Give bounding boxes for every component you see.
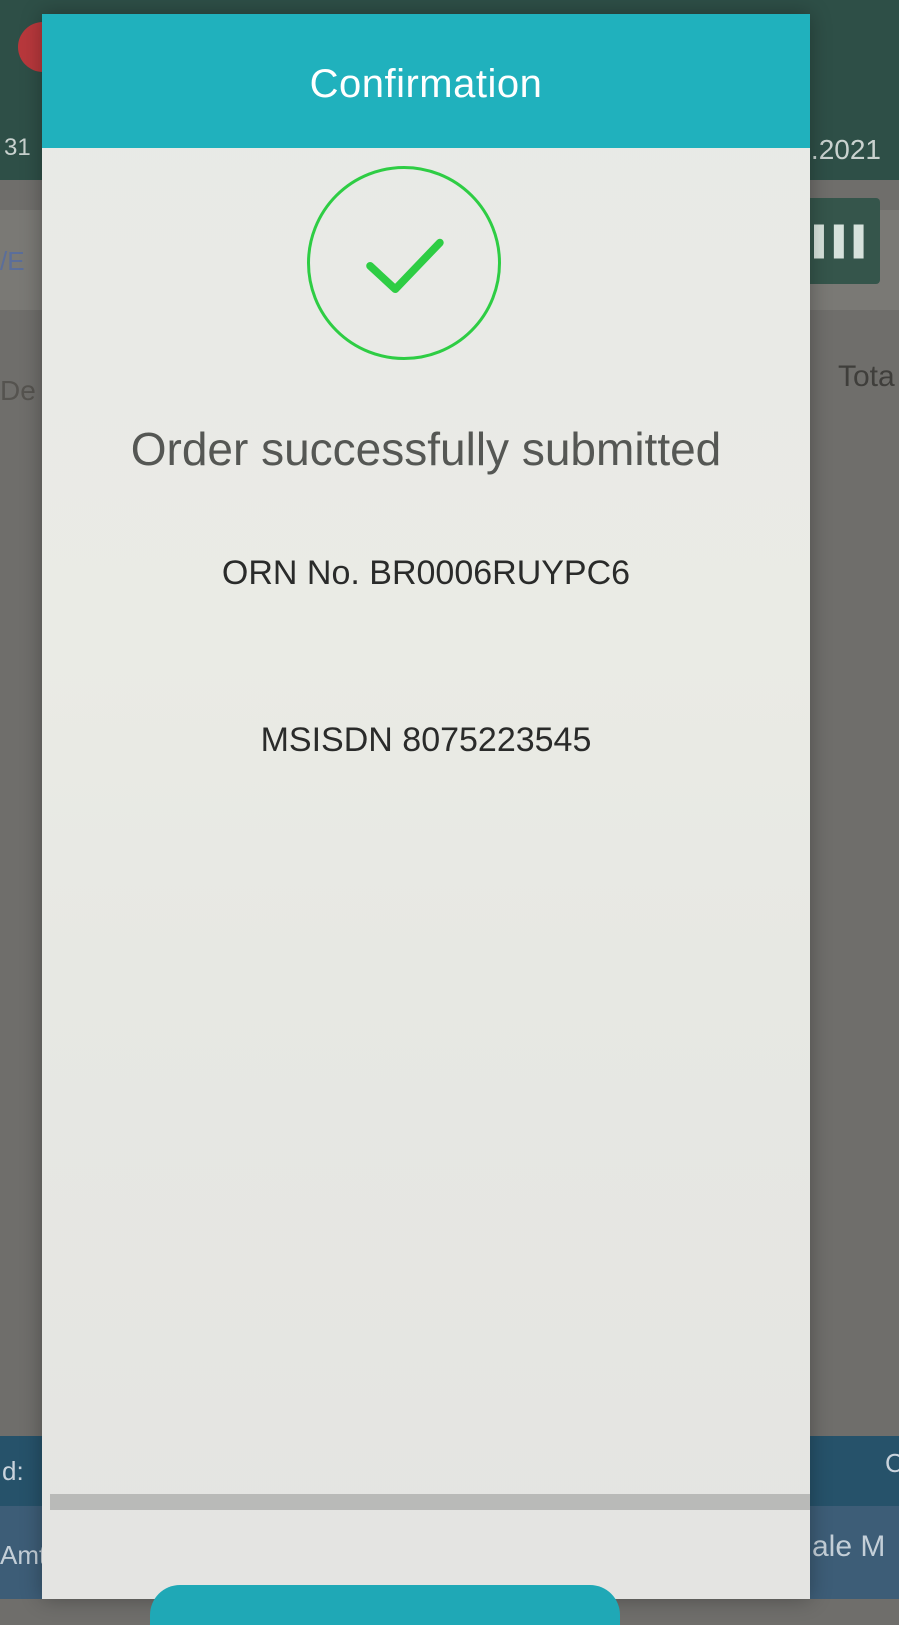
background-sale-label: ale M <box>812 1530 886 1563</box>
background-date-left: 31 <box>4 134 31 161</box>
success-message: Order successfully submitted <box>130 423 722 475</box>
orn-number: ORN No. BR0006RUYPC6 <box>221 554 631 592</box>
check-circle-icon <box>307 166 501 360</box>
dialog-header: Confirmation <box>42 14 810 148</box>
background-right-label: Tota <box>838 360 895 393</box>
background-field-text: /E <box>0 246 25 276</box>
checkmark-icon <box>366 238 444 294</box>
msisdn-number: MSISDN 8075223545 <box>260 721 592 759</box>
background-amt-label: Amt <box>0 1540 47 1570</box>
background-bottom-left-label: d: <box>2 1456 24 1486</box>
dialog-title: Confirmation <box>309 62 543 106</box>
confirmation-dialog: Confirmation Order successfully submitte… <box>42 14 810 1599</box>
dialog-divider <box>50 1494 810 1510</box>
barcode-icon: ▌▌▌ <box>814 225 874 256</box>
background-bottom-right-label: C <box>885 1448 899 1478</box>
background-left-label: De <box>0 375 36 406</box>
ok-button[interactable] <box>150 1585 620 1625</box>
